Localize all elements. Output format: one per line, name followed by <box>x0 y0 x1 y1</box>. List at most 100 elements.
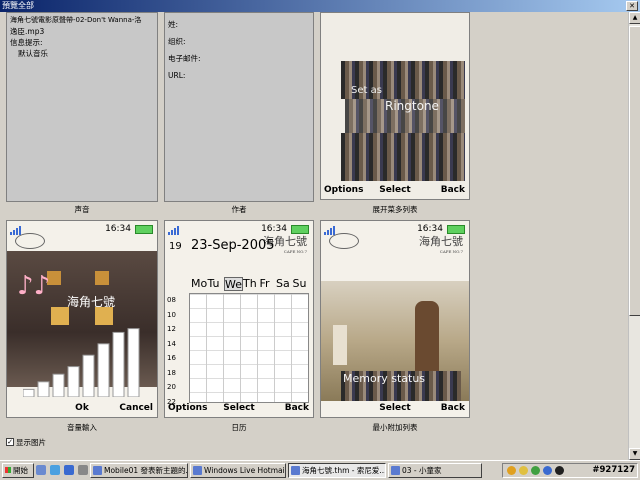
calendar-grid[interactable] <box>189 293 309 403</box>
volume-bar <box>127 328 140 397</box>
url-label: URL: <box>168 71 186 80</box>
back-softkey[interactable]: Back <box>285 403 309 413</box>
cancel-softkey[interactable]: Cancel <box>119 403 153 413</box>
sound-panel: 海角七號電影原聲帶-02-Don't Wanna-洛 逸臣.mp3 信息提示: … <box>6 12 158 202</box>
preview-window: 預覽全部 ✕ 海角七號電影原聲帶-02-Don't Wanna-洛 逸臣.mp3… <box>0 0 640 460</box>
sound-file-line2: 逸臣.mp3 <box>10 27 45 36</box>
expand-list-preview[interactable]: Set as Ringtone Options Select Back <box>320 12 470 200</box>
volume-bar <box>97 343 110 397</box>
hour-label: 10 <box>167 310 176 319</box>
brand-logo: 海角七號 CAPE NO.7 <box>419 235 463 254</box>
taskbar-item[interactable]: 03 - 小童家 <box>388 463 482 478</box>
title-bar: 預覽全部 ✕ <box>0 0 640 12</box>
volume-bar <box>112 331 125 397</box>
status-time: 16:34 <box>105 224 131 234</box>
brand-logo: 海角七號 <box>67 295 116 309</box>
calendar-day: 19 <box>169 241 182 252</box>
surname-label: 姓: <box>168 20 179 29</box>
taskbar-item[interactable]: Mobile01 發表新主題的... <box>90 463 188 478</box>
organization-label: 组织: <box>168 37 186 46</box>
options-softkey[interactable]: Options <box>324 185 363 195</box>
select-softkey[interactable]: Select <box>379 185 410 195</box>
volume-bar <box>82 354 95 397</box>
taskbar-item[interactable]: 海角七號.thm - 索尼爱... <box>288 463 386 478</box>
window-title: 預覽全部 <box>2 1 34 10</box>
music-note-icon: ♪♪ <box>17 271 51 301</box>
softkey-bar: Select Back <box>321 403 469 415</box>
weekday-label[interactable]: Mo <box>191 277 208 291</box>
softkey-bar: Options Select Back <box>321 185 469 197</box>
volume-preview[interactable]: 16:34 ♪♪ 海角七號 Ok Cancel <box>6 220 158 418</box>
default-music-label: 默认音乐 <box>18 49 48 58</box>
set-as-label: Set as <box>351 85 382 96</box>
calendar-preview[interactable]: 16:34 海角七號 CAPE NO.7 19 23-Sep-2005 Mo Tu W… <box>164 220 314 418</box>
app-icon[interactable] <box>78 465 88 475</box>
memory-status-label: Memory status <box>343 372 426 385</box>
weekday-label[interactable]: Su <box>293 277 310 291</box>
weekday-label[interactable]: Th <box>243 277 260 291</box>
volume-bar <box>52 373 65 397</box>
hour-label: 20 <box>167 383 176 391</box>
close-button[interactable]: ✕ <box>626 1 638 11</box>
scroll-down-icon[interactable]: ▼ <box>629 448 640 460</box>
vertical-scrollbar[interactable]: ▲ ▼ <box>628 12 640 460</box>
tray-icon[interactable] <box>543 466 552 475</box>
softkey-bar: Options Select Back <box>165 403 313 415</box>
postmark-icon <box>329 233 359 249</box>
tray-icon[interactable] <box>531 466 540 475</box>
volume-bar <box>37 381 50 397</box>
taskbar-item[interactable]: Windows Live Hotmail -... <box>190 463 286 478</box>
weekday-label[interactable]: Fr <box>260 277 277 291</box>
show-pictures-label: 显示图片 <box>16 438 46 447</box>
desktop-icon[interactable] <box>64 465 74 475</box>
weekday-label[interactable]: We <box>224 277 243 291</box>
tray-icon[interactable] <box>507 466 516 475</box>
system-tray: #927127 <box>502 463 638 478</box>
options-softkey[interactable]: Options <box>168 403 207 413</box>
show-pictures-checkbox[interactable]: ✓ <box>6 438 14 446</box>
weekday-header: Mo Tu We Th Fr Sa Su <box>191 277 309 291</box>
signal-icon <box>168 226 179 235</box>
volume-bar <box>23 388 35 397</box>
memory-caption: 最小附加列表 <box>372 423 418 432</box>
taskbar: 開始 Mobile01 發表新主題的... Windows Live Hotma… <box>0 460 640 480</box>
weekday-label[interactable]: Sa <box>276 277 293 291</box>
scrollbar-thumb[interactable] <box>629 26 640 316</box>
hour-label: 18 <box>167 368 176 377</box>
hour-column: 08 10 12 14 16 18 20 22 <box>167 293 189 409</box>
hour-label: 16 <box>167 354 176 362</box>
message-alert-label: 信息提示: <box>10 38 43 47</box>
scroll-up-icon[interactable]: ▲ <box>629 12 640 24</box>
signal-icon <box>324 226 335 235</box>
start-button[interactable]: 開始 <box>2 463 34 478</box>
postmark-icon <box>15 233 45 249</box>
calendar-caption: 日历 <box>231 423 247 432</box>
hour-label: 14 <box>167 339 176 348</box>
hour-label: 08 <box>167 296 176 304</box>
tray-clock: #927127 <box>592 465 635 475</box>
preview-content: 海角七號電影原聲帶-02-Don't Wanna-洛 逸臣.mp3 信息提示: … <box>0 12 628 460</box>
select-softkey[interactable]: Select <box>379 403 410 413</box>
ok-softkey[interactable]: Ok <box>75 403 89 413</box>
calendar-date: 23-Sep-2005 <box>191 238 275 253</box>
softkey-bar: Ok Cancel <box>7 403 157 415</box>
sound-file-line1: 海角七號電影原聲帶-02-Don't Wanna-洛 <box>10 16 142 24</box>
volume-level-bars <box>23 328 140 397</box>
author-caption: 作者 <box>231 205 247 214</box>
media-player-icon[interactable] <box>36 465 46 475</box>
tray-icon[interactable] <box>519 466 528 475</box>
back-softkey[interactable]: Back <box>441 403 465 413</box>
expand-list-caption: 展开菜多列表 <box>372 205 418 214</box>
battery-icon <box>135 225 153 234</box>
memory-preview[interactable]: 16:34 海角七號 CAPE NO.7 Memory status Select… <box>320 220 470 418</box>
signal-icon <box>10 226 21 235</box>
weekday-label[interactable]: Tu <box>208 277 225 291</box>
photo-collage <box>341 133 465 181</box>
tray-icon[interactable] <box>555 466 564 475</box>
volume-bar <box>67 366 80 397</box>
author-panel: 姓: 组织: 电子邮件: URL: <box>164 12 314 202</box>
back-softkey[interactable]: Back <box>441 185 465 195</box>
select-softkey[interactable]: Select <box>223 403 254 413</box>
volume-caption: 音量輸入 <box>67 423 97 432</box>
browser-icon[interactable] <box>50 465 60 475</box>
